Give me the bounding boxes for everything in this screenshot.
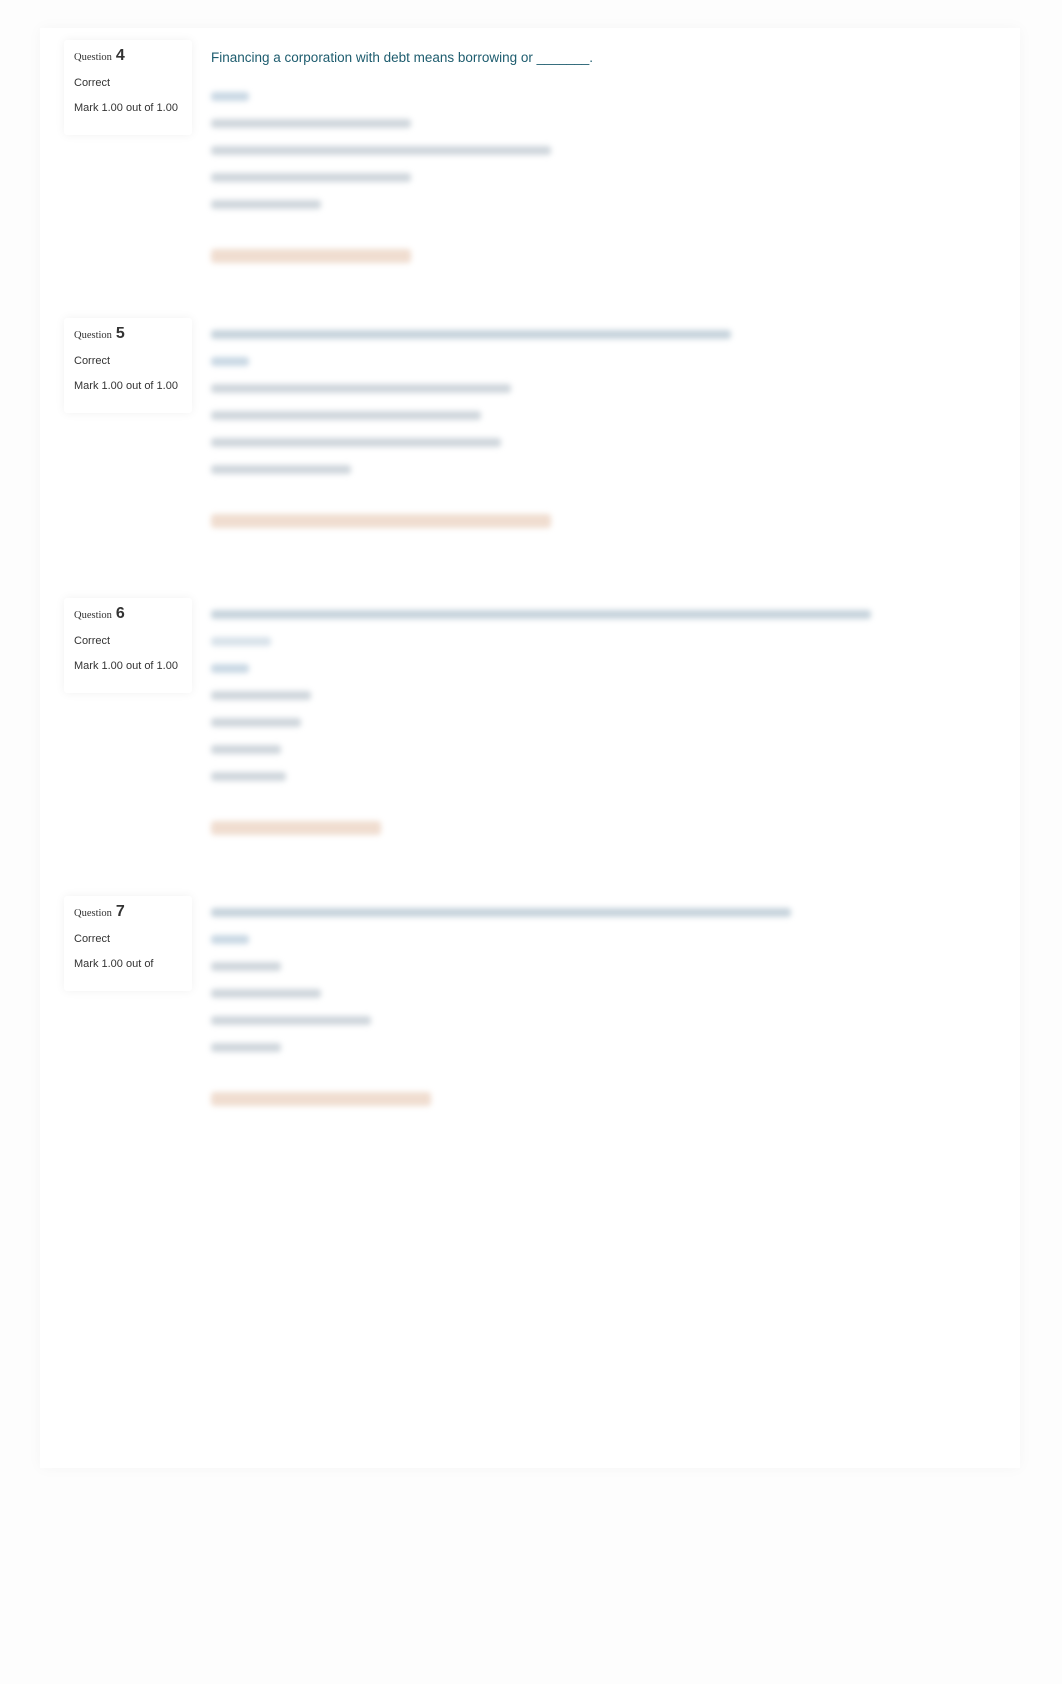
question-label: Question — [74, 330, 112, 341]
question-info: Question 7 Correct Mark 1.00 out of — [64, 896, 192, 991]
question-text: Financing a corporation with debt means … — [211, 50, 593, 65]
quiz-review-page: Question 4 Correct Mark 1.00 out of 1.00 … — [40, 28, 1020, 1468]
answer-options — [211, 92, 551, 263]
question-mark: Mark 1.00 out of 1.00 — [74, 102, 178, 114]
question-state: Correct — [74, 635, 111, 647]
question-mark: Mark 1.00 out of 1.00 — [74, 380, 178, 392]
question-label: Question — [74, 52, 112, 63]
question-state: Correct — [74, 77, 111, 89]
question-label: Question — [74, 610, 112, 621]
question-number: 5 — [115, 325, 125, 342]
question-info: Question 4 Correct Mark 1.00 out of 1.00 — [64, 40, 192, 135]
question-number: 4 — [115, 47, 125, 64]
answer-options — [211, 908, 791, 1106]
question-state: Correct — [74, 355, 111, 367]
answer-options — [211, 610, 871, 835]
question-number: 7 — [115, 903, 125, 920]
question-mark: Mark 1.00 out of — [74, 958, 154, 970]
question-number: 6 — [115, 605, 125, 622]
question-mark: Mark 1.00 out of 1.00 — [74, 660, 178, 672]
question-info: Question 5 Correct Mark 1.00 out of 1.00 — [64, 318, 192, 413]
question-info: Question 6 Correct Mark 1.00 out of 1.00 — [64, 598, 192, 693]
question-label: Question — [74, 908, 112, 919]
question-state: Correct — [74, 933, 111, 945]
answer-options — [211, 330, 731, 528]
